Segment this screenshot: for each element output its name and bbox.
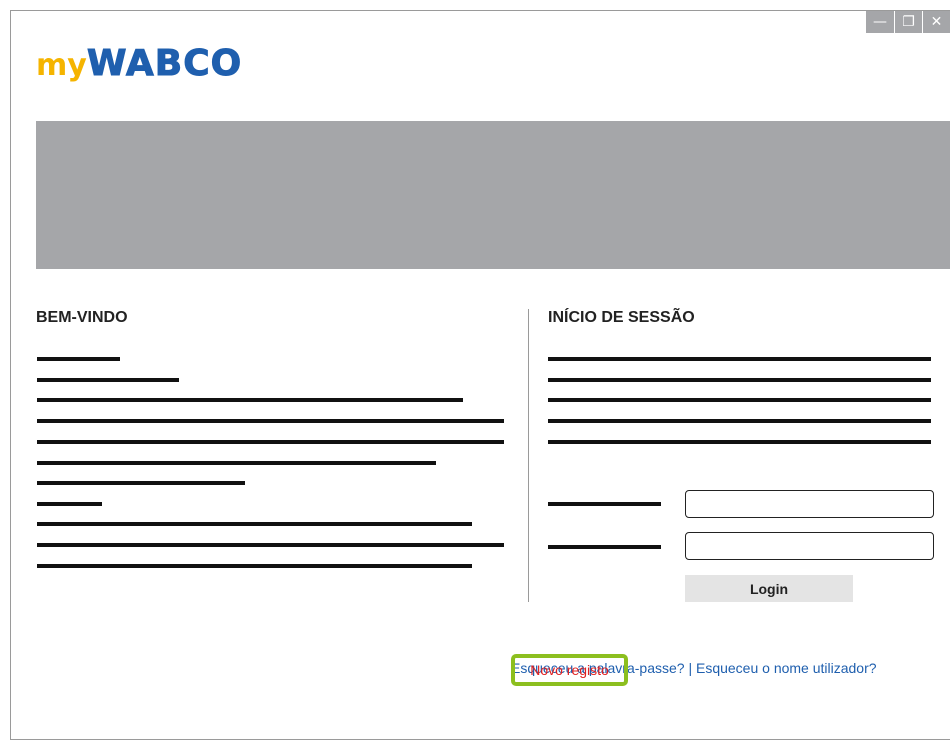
text-line [37, 419, 504, 423]
banner-placeholder [36, 121, 950, 269]
text-line [548, 398, 931, 402]
new-registration-link[interactable]: Novo registo [511, 656, 628, 684]
minimize-icon[interactable]: — [866, 11, 894, 33]
text-line [548, 357, 931, 361]
link-separator: | [688, 660, 693, 676]
session-heading: INÍCIO DE SESSÃO [548, 309, 695, 326]
text-line [37, 522, 472, 526]
text-line [37, 481, 245, 485]
password-input[interactable] [685, 532, 934, 560]
logo-wabco: WABCO [86, 43, 243, 84]
text-line [37, 378, 179, 382]
window-controls: — ❐ ✕ [866, 11, 950, 33]
text-line [548, 419, 931, 423]
login-button[interactable]: Login [685, 575, 853, 602]
text-line [37, 398, 463, 402]
text-line [548, 440, 931, 444]
forgot-username-link[interactable]: Esqueceu o nome utilizador? [696, 660, 877, 676]
text-line [37, 440, 504, 444]
welcome-heading: BEM-VINDO [36, 309, 128, 326]
app-window [10, 10, 950, 740]
restore-icon[interactable]: ❐ [894, 11, 922, 33]
text-line [37, 357, 120, 361]
username-input[interactable] [685, 490, 934, 518]
logo-my: my [36, 48, 87, 83]
column-divider [528, 309, 529, 602]
text-line [37, 461, 436, 465]
password-label [548, 545, 661, 549]
close-icon[interactable]: ✕ [922, 11, 950, 33]
username-label [548, 502, 661, 506]
text-line [37, 502, 102, 506]
mywabco-logo: myWABCO [36, 43, 243, 84]
text-line [37, 543, 504, 547]
text-line [548, 378, 931, 382]
text-line [37, 564, 472, 568]
